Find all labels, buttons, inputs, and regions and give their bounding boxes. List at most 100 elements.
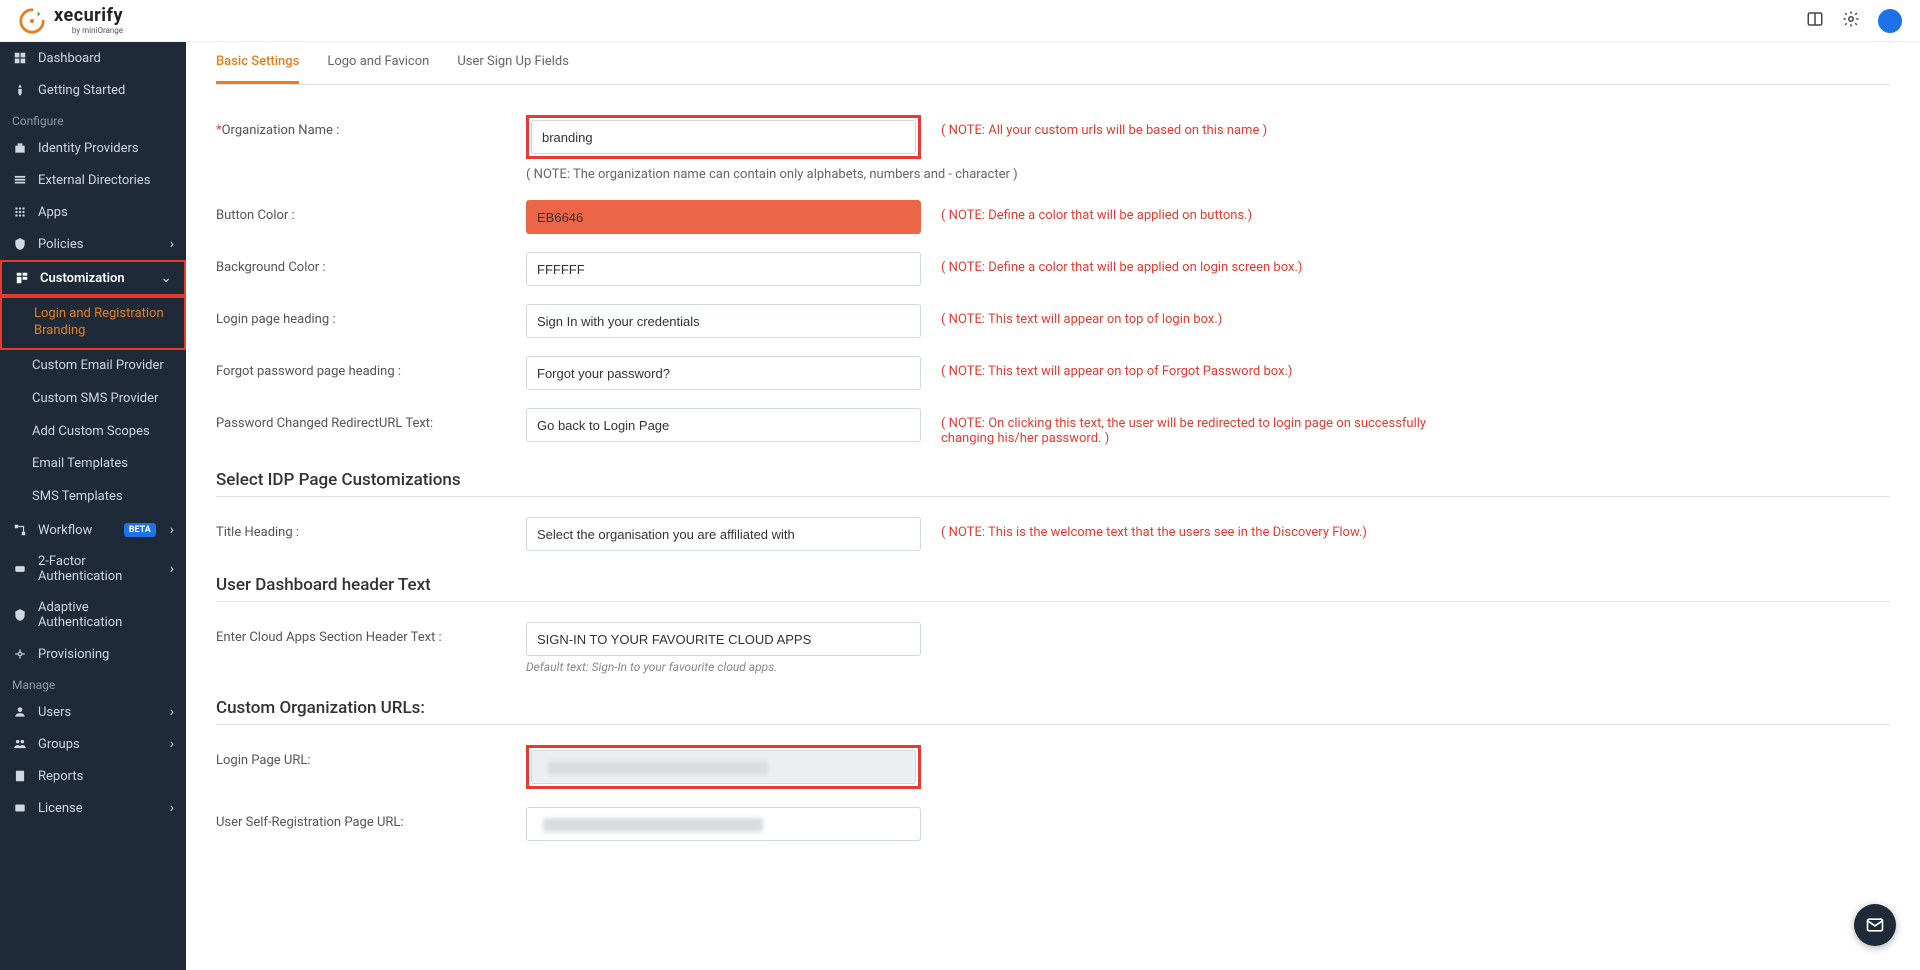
cloud-apps-input[interactable] [526,622,921,656]
title-heading-input[interactable] [526,517,921,551]
sidebar-item-identity-providers[interactable]: Identity Providers [0,132,186,164]
chevron-right-icon: › [170,522,174,538]
sidebar-label: Workflow [38,523,114,538]
idp-icon [12,140,28,156]
forgot-heading-label: Forgot password page heading : [216,356,506,379]
sidebar-item-reports[interactable]: Reports [0,760,186,792]
bg-color-note: ( NOTE: Define a color that will be appl… [941,252,1461,275]
customization-submenu: Login and Registration Branding Custom E… [0,296,186,514]
avatar[interactable] [1878,9,1902,33]
login-url-highlight [526,745,921,789]
sidebar-label: Users [38,705,160,720]
sub-item-login-branding[interactable]: Login and Registration Branding [0,296,186,350]
selfreg-url-label: User Self-Registration Page URL: [216,807,506,830]
gear-icon[interactable] [1842,10,1860,32]
org-name-note: ( NOTE: All your custom urls will be bas… [941,115,1461,138]
workflow-icon [12,522,28,538]
org-name-label: *Organization Name : [216,115,506,138]
panel-icon[interactable] [1806,10,1824,32]
rocket-icon [12,82,28,98]
forgot-heading-note: ( NOTE: This text will appear on top of … [941,356,1461,379]
login-heading-label: Login page heading : [216,304,506,327]
chat-fab[interactable] [1854,904,1896,946]
title-heading-note: ( NOTE: This is the welcome text that th… [941,517,1461,540]
sidebar-item-customization[interactable]: Customization ⌄ [0,260,186,296]
sidebar-item-adaptive-auth[interactable]: Adaptive Authentication [0,592,186,638]
sidebar-item-policies[interactable]: Policies › [0,228,186,260]
sidebar-label: Identity Providers [38,141,174,156]
sub-item-custom-scopes[interactable]: Add Custom Scopes [0,416,186,449]
login-url-label: Login Page URL: [216,745,506,768]
selfreg-url-input[interactable] [526,807,921,841]
idp-section-heading: Select IDP Page Customizations [216,470,1890,490]
logo-sub-text: by miniOrange [54,27,123,35]
org-name-highlight [526,115,921,159]
redacted-value [543,818,763,832]
mail-icon [1865,915,1885,935]
sub-item-sms-templates[interactable]: SMS Templates [0,481,186,514]
sidebar-section-configure: Configure [0,106,186,132]
sidebar-label: Apps [38,205,174,220]
sidebar-item-groups[interactable]: Groups › [0,728,186,760]
license-icon [12,800,28,816]
forgot-heading-input[interactable] [526,356,921,390]
sub-item-email-provider[interactable]: Custom Email Provider [0,350,186,383]
sidebar-label: External Directories [38,173,174,188]
cloud-apps-help: Default text: Sign-In to your favourite … [526,660,921,674]
button-color-label: Button Color : [216,200,506,223]
main-content: Basic Settings Logo and Favicon User Sig… [186,42,1920,970]
sidebar-item-apps[interactable]: Apps [0,196,186,228]
section-divider [216,601,1890,602]
chevron-down-icon: ⌄ [160,270,172,286]
customization-icon [14,270,30,286]
section-divider [216,496,1890,497]
sidebar-section-manage: Manage [0,670,186,696]
sidebar-item-license[interactable]: License › [0,792,186,824]
apps-icon [12,204,28,220]
directories-icon [12,172,28,188]
bg-color-input[interactable] [526,252,921,286]
shield-icon [12,607,28,623]
users-icon [12,704,28,720]
sidebar-item-users[interactable]: Users › [0,696,186,728]
beta-badge: BETA [124,523,156,537]
urls-section-heading: Custom Organization URLs: [216,698,1890,718]
chevron-right-icon: › [170,236,174,252]
tab-basic-settings[interactable]: Basic Settings [216,42,299,84]
sub-item-email-templates[interactable]: Email Templates [0,448,186,481]
org-name-input[interactable] [531,120,916,154]
button-color-input[interactable] [526,200,921,234]
tab-signup-fields[interactable]: User Sign Up Fields [457,42,569,84]
dashboard-icon [12,50,28,66]
app-header: xecurify by miniOrange [0,0,1920,42]
login-heading-input[interactable] [526,304,921,338]
sidebar-label: Provisioning [38,647,174,662]
title-heading-label: Title Heading : [216,517,506,540]
chevron-right-icon: › [170,704,174,720]
sidebar-item-provisioning[interactable]: Provisioning [0,638,186,670]
org-name-help: ( NOTE: The organization name can contai… [526,167,1890,182]
sidebar-label: Reports [38,769,174,784]
sidebar: Dashboard Getting Started Configure Iden… [0,42,186,970]
header-actions [1806,9,1902,33]
login-heading-note: ( NOTE: This text will appear on top of … [941,304,1461,327]
logo[interactable]: xecurify by miniOrange [18,7,123,35]
settings-tabs: Basic Settings Logo and Favicon User Sig… [216,42,1890,85]
sub-item-sms-provider[interactable]: Custom SMS Provider [0,383,186,416]
chevron-right-icon: › [170,736,174,752]
sidebar-label: Adaptive Authentication [38,600,174,630]
sidebar-item-workflow[interactable]: Workflow BETA › [0,514,186,546]
redacted-value [548,761,768,775]
cloud-apps-label: Enter Cloud Apps Section Header Text : [216,622,506,645]
sidebar-item-external-directories[interactable]: External Directories [0,164,186,196]
sidebar-item-getting-started[interactable]: Getting Started [0,74,186,106]
sidebar-label: License [38,801,160,816]
reports-icon [12,768,28,784]
tab-logo-favicon[interactable]: Logo and Favicon [327,42,429,84]
sidebar-item-2fa[interactable]: 2-Factor Authentication › [0,546,186,592]
sidebar-item-dashboard[interactable]: Dashboard [0,42,186,74]
pwd-redirect-input[interactable] [526,408,921,442]
twofa-icon [12,561,28,577]
sidebar-label: Policies [38,237,160,252]
login-url-input[interactable] [531,750,916,784]
